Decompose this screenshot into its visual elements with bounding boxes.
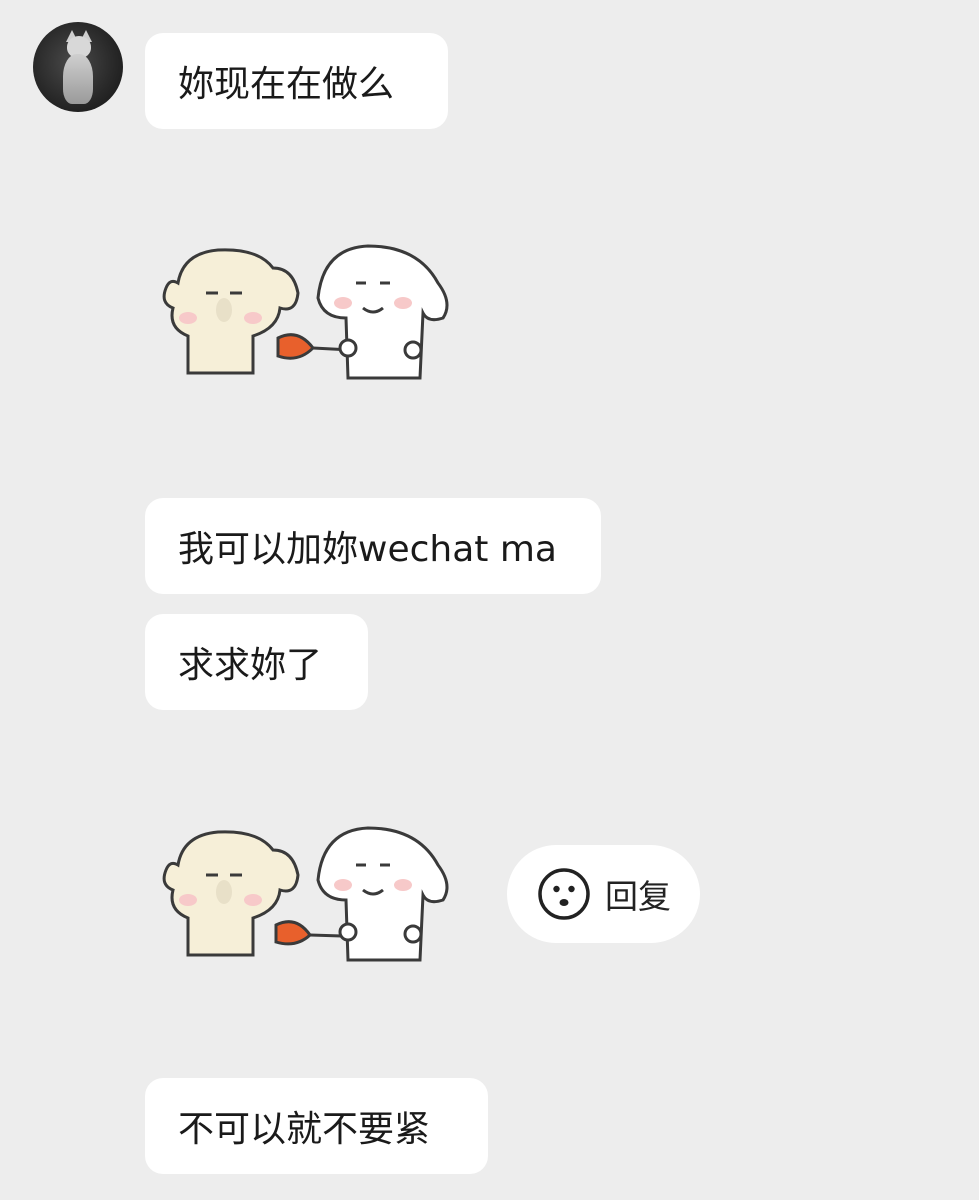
message-bubble[interactable]: 求求妳了 bbox=[145, 614, 368, 710]
reply-label: 回复 bbox=[605, 877, 671, 916]
message-text: 我可以加妳wechat ma bbox=[178, 529, 557, 570]
chat-view: 妳现在在做么 我可以加妳wechat ma 求求妳了 回复 不可以就不要紧 bbox=[0, 0, 979, 1200]
reply-button[interactable]: 回复 bbox=[507, 845, 700, 943]
message-text: 不可以就不要紧 bbox=[178, 1109, 431, 1150]
cat-body bbox=[63, 54, 93, 104]
message-text: 妳现在在做么 bbox=[178, 64, 395, 105]
dog-and-bun-sticker[interactable] bbox=[158, 820, 458, 970]
smiley-face-icon bbox=[538, 868, 590, 920]
message-bubble[interactable]: 我可以加妳wechat ma bbox=[145, 498, 601, 594]
white-bun bbox=[316, 826, 449, 962]
message-text: 求求妳了 bbox=[178, 645, 323, 686]
white-bun bbox=[316, 244, 449, 380]
contact-avatar[interactable] bbox=[33, 22, 123, 112]
dog-and-bun-sticker[interactable] bbox=[158, 238, 458, 388]
message-bubble[interactable]: 不可以就不要紧 bbox=[145, 1078, 488, 1174]
message-bubble[interactable]: 妳现在在做么 bbox=[145, 33, 448, 129]
